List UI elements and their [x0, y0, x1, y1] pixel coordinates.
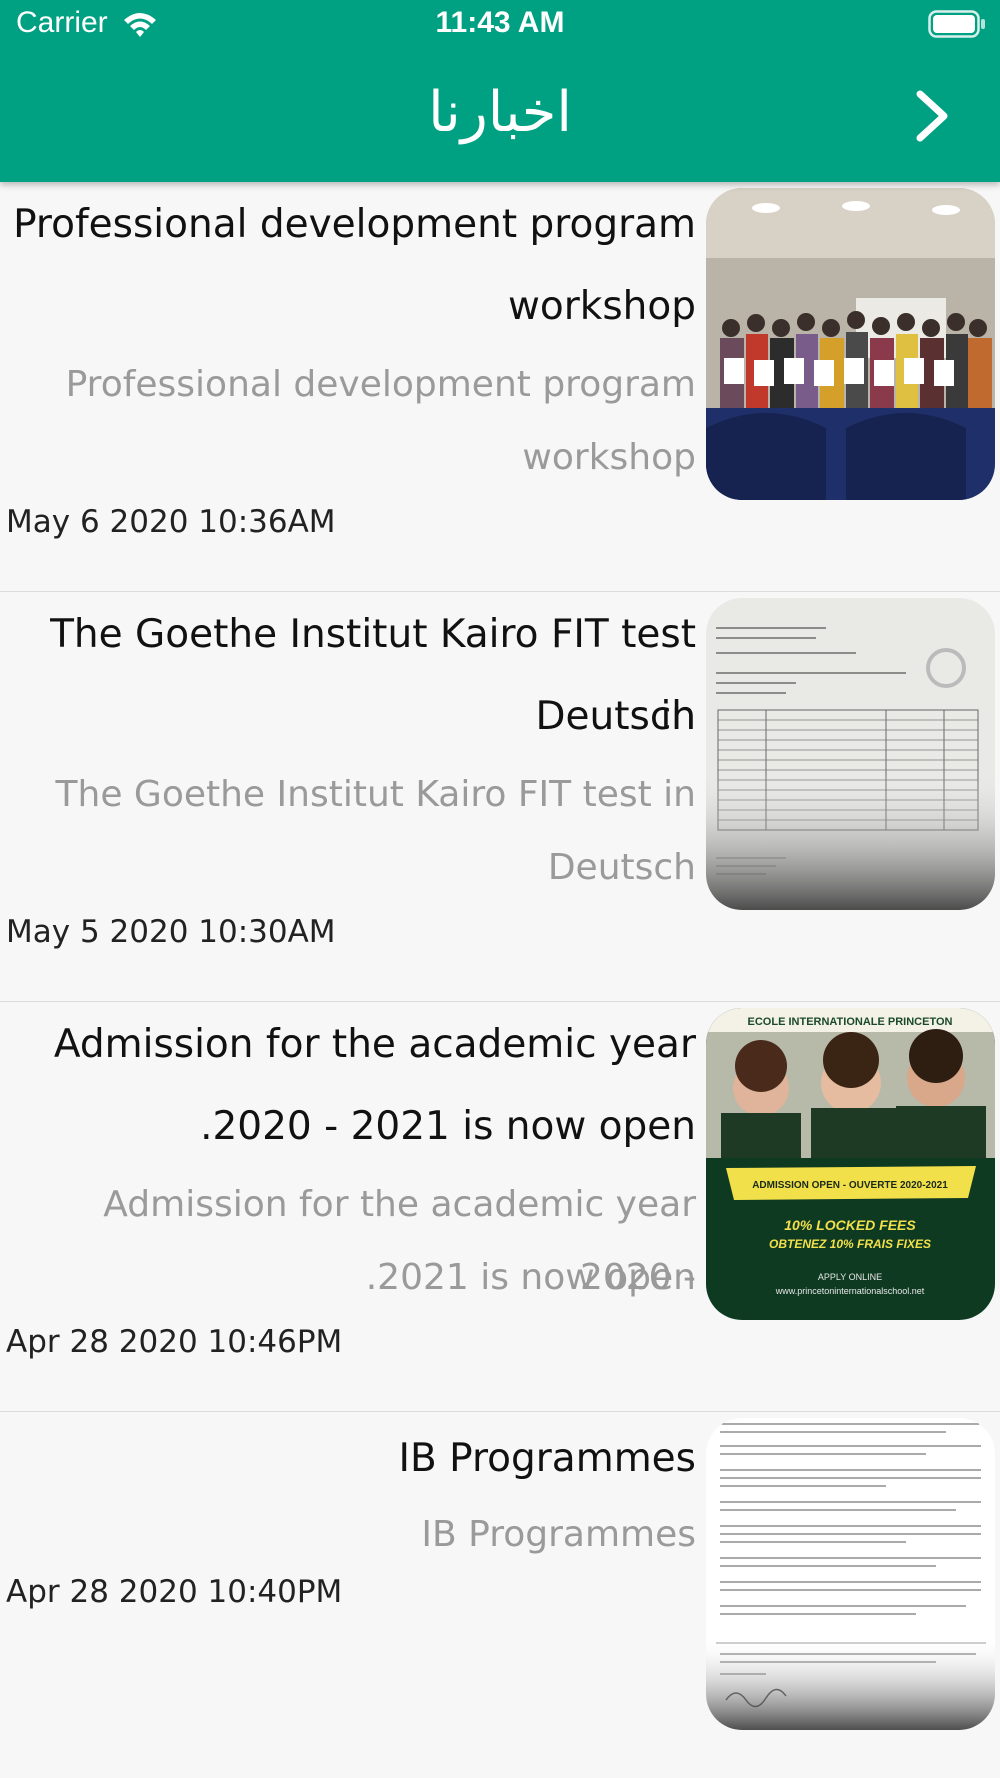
news-title-line: Professional development program: [13, 202, 696, 247]
status-time: 11:43 AM: [435, 6, 565, 39]
news-date: Apr 28 2020 10:40PM: [6, 1574, 343, 1610]
news-subtitle-line: Deutsch: [547, 847, 696, 888]
poster-school-name: ECOLE INTERNATIONALE PRINCETON: [748, 1016, 953, 1028]
poster-url: www.princetoninternationalschool.net: [775, 1286, 925, 1296]
letter-thumbnail: [706, 1418, 995, 1730]
poster-apply: APPLY ONLINE: [818, 1272, 882, 1282]
news-title-line: .2020 - 2021 is now open: [200, 1104, 696, 1149]
news-title-line: IB Programmes: [398, 1436, 696, 1481]
news-list-item[interactable]: IB Programmes IB Programmes Apr 28 2020 …: [0, 1412, 1000, 1778]
news-title-line: Deutsch: [535, 694, 696, 739]
poster-offer-line1: 10% LOCKED FEES: [784, 1217, 916, 1233]
news-text: Professional development program worksho…: [0, 182, 696, 591]
status-bar: Carrier 11:43 AM: [0, 0, 1000, 50]
document-thumbnail: [706, 598, 995, 910]
news-date: May 6 2020 10:36AM: [6, 504, 336, 540]
navigation-header: Carrier 11:43 AM اخبارنا: [0, 0, 1000, 182]
page-title: اخبارنا: [428, 80, 572, 145]
news-date: May 5 2020 10:30AM: [6, 914, 336, 950]
news-text: The Goethe Institut Kairo FIT test in De…: [0, 592, 696, 1001]
news-title-line: workshop: [507, 284, 696, 329]
news-subtitle-line: IB Programmes: [421, 1514, 696, 1555]
admission-poster-thumbnail: ECOLE INTERNATIONALE PRINCETON ADMISSION…: [706, 1008, 995, 1320]
chevron-right-icon: [916, 90, 948, 142]
poster-banner: ADMISSION OPEN - OUVERTE 2020-2021: [752, 1180, 948, 1191]
news-list-item[interactable]: Admission for the academic year .2020 - …: [0, 1002, 1000, 1412]
news-list-item[interactable]: Professional development program worksho…: [0, 182, 1000, 592]
back-button[interactable]: [908, 88, 956, 144]
news-subtitle-line: .2021 is now open: [365, 1257, 696, 1298]
news-date: Apr 28 2020 10:46PM: [6, 1324, 343, 1360]
news-subtitle-line: The Goethe Institut Kairo FIT test in: [55, 774, 696, 815]
news-subtitle-line: workshop: [522, 437, 696, 478]
news-subtitle-line: Professional development program: [65, 364, 696, 405]
news-title-line: Admission for the academic year: [53, 1022, 696, 1067]
poster-offer-line2: OBTENEZ 10% FRAIS FIXES: [769, 1237, 931, 1251]
news-list-item[interactable]: The Goethe Institut Kairo FIT test in De…: [0, 592, 1000, 1002]
battery-icon: [928, 10, 986, 38]
news-text: Admission for the academic year .2020 - …: [0, 1002, 696, 1411]
group-photo-thumbnail: [706, 188, 995, 500]
news-text: IB Programmes IB Programmes Apr 28 2020 …: [0, 1412, 696, 1778]
